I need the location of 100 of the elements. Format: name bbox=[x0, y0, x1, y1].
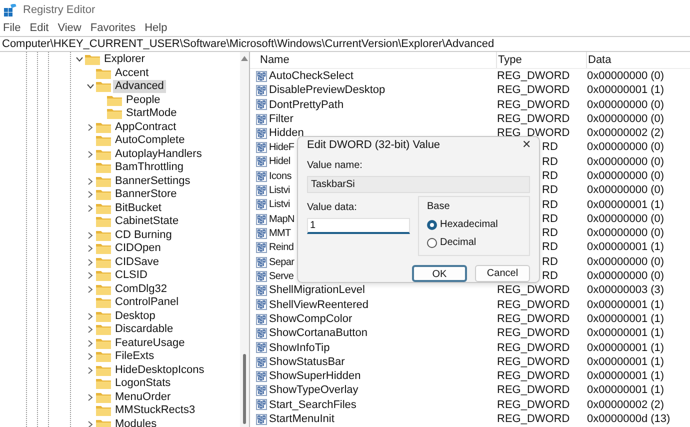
scrollbar[interactable] bbox=[240, 52, 249, 427]
radio-option[interactable]: Hexadecimal bbox=[427, 217, 521, 232]
tree-item[interactable]: Accent bbox=[113, 66, 151, 80]
tree-item[interactable]: LogonStats bbox=[113, 377, 173, 390]
value-data: 0x00000000 (0) bbox=[587, 212, 664, 227]
chevron-right-icon[interactable] bbox=[88, 312, 93, 320]
tree-item[interactable]: CLSID bbox=[113, 269, 150, 282]
tree-item[interactable]: CabinetState bbox=[113, 215, 181, 228]
value-name[interactable]: Icons bbox=[269, 168, 292, 184]
tree-item[interactable]: BannerSettings bbox=[113, 174, 192, 188]
value-name[interactable]: Listvi bbox=[269, 197, 290, 212]
tree-item[interactable]: BamThrottling bbox=[113, 161, 186, 174]
chevron-right-icon[interactable] bbox=[88, 286, 93, 293]
chevron-right-icon[interactable] bbox=[88, 232, 93, 239]
chevron-right-icon[interactable] bbox=[88, 150, 93, 158]
dialog-button[interactable]: OK bbox=[412, 265, 467, 282]
value-name[interactable]: ShellMigrationLevel bbox=[269, 282, 365, 299]
folder-icon bbox=[96, 270, 111, 282]
value-name[interactable]: ShowCompColor bbox=[269, 310, 352, 328]
chevron-down-icon[interactable] bbox=[76, 57, 83, 62]
menu-item[interactable]: Favorites bbox=[90, 20, 136, 36]
chevron-right-icon[interactable] bbox=[88, 272, 93, 280]
value-name[interactable]: ShowTypeOverlay bbox=[269, 382, 358, 399]
value-name[interactable]: HideF bbox=[269, 140, 294, 156]
chevron-right-icon[interactable] bbox=[88, 124, 93, 131]
menu-item[interactable]: File bbox=[3, 20, 21, 36]
tree-item[interactable]: MMStuckRects3 bbox=[113, 404, 198, 418]
value-data-field[interactable]: 1 bbox=[307, 218, 410, 234]
chevron-right-icon[interactable] bbox=[88, 353, 93, 360]
tree-item[interactable]: CIDOpen bbox=[113, 242, 163, 256]
value-data: 0x0000000d (13) bbox=[587, 412, 670, 427]
value-type: REG_DWORD bbox=[497, 83, 571, 98]
menu-item[interactable]: Help bbox=[144, 20, 168, 36]
value-name[interactable]: ShowStatusBar bbox=[269, 354, 345, 370]
value-name[interactable]: ShellViewReentered bbox=[269, 296, 368, 314]
close-button[interactable]: ✕ bbox=[522, 140, 531, 151]
value-name[interactable]: DontPrettyPath bbox=[269, 96, 344, 113]
value-name[interactable]: MapN bbox=[269, 212, 294, 227]
tree-item[interactable]: CIDSave bbox=[113, 256, 162, 269]
chevron-right-icon[interactable] bbox=[88, 191, 93, 198]
value-name[interactable]: Start_SearchFiles bbox=[269, 396, 356, 414]
chevron-right-icon[interactable] bbox=[88, 340, 93, 347]
value-name[interactable]: DisablePreviewDesktop bbox=[269, 82, 386, 99]
value-name[interactable]: StartMenuInit bbox=[269, 411, 334, 427]
chevron-right-icon[interactable] bbox=[88, 258, 93, 266]
value-name[interactable]: ShowCortanaButton bbox=[269, 325, 368, 342]
column-header[interactable]: Data bbox=[587, 52, 612, 68]
value-name[interactable]: MMT bbox=[269, 226, 291, 241]
tree-item[interactable]: FileExts bbox=[113, 350, 156, 364]
value-name[interactable]: Reind bbox=[269, 240, 294, 256]
value-name[interactable]: Serve bbox=[269, 268, 294, 284]
tree-item[interactable]: StartMode bbox=[124, 107, 179, 120]
radio-icon[interactable] bbox=[427, 220, 437, 230]
tree-item[interactable]: Discardable bbox=[113, 323, 176, 336]
dialog-button[interactable]: Cancel bbox=[475, 265, 530, 282]
tree-item[interactable]: Desktop bbox=[113, 310, 158, 323]
chevron-right-icon[interactable] bbox=[88, 366, 93, 374]
value-name[interactable]: Hidel bbox=[269, 154, 290, 170]
value-name[interactable]: Filter bbox=[269, 110, 294, 128]
chevron-right-icon[interactable] bbox=[88, 204, 93, 212]
tree-item[interactable]: ComDlg32 bbox=[113, 282, 169, 296]
chevron-right-icon[interactable] bbox=[88, 394, 93, 401]
menu-item[interactable]: Edit bbox=[30, 20, 49, 36]
tree-item[interactable]: Explorer bbox=[102, 53, 147, 66]
radio-icon[interactable] bbox=[427, 238, 437, 248]
scroll-up-icon[interactable] bbox=[241, 56, 248, 61]
chevron-right-icon[interactable] bbox=[88, 326, 93, 334]
column-header[interactable]: Type bbox=[497, 52, 587, 68]
tree-item[interactable]: FeatureUsage bbox=[113, 336, 187, 350]
value-name-field[interactable]: TaskbarSi bbox=[307, 176, 530, 193]
chevron-down-icon[interactable] bbox=[87, 84, 94, 90]
tree-item[interactable]: Modules bbox=[113, 418, 159, 427]
tree-item[interactable]: People bbox=[124, 94, 162, 107]
value-name[interactable]: Listvi bbox=[269, 183, 290, 198]
tree-item[interactable]: HideDesktopIcons bbox=[113, 364, 206, 377]
folder-icon bbox=[96, 392, 111, 403]
value-name[interactable]: ShowSuperHidden bbox=[269, 368, 361, 385]
tree-item[interactable]: BannerStore bbox=[113, 188, 179, 202]
tree-item[interactable]: MenuOrder bbox=[113, 390, 173, 404]
chevron-right-icon[interactable] bbox=[88, 178, 93, 185]
binary-value-icon bbox=[256, 256, 267, 268]
value-name[interactable]: ShowInfoTip bbox=[269, 340, 330, 356]
binary-value-icon bbox=[256, 370, 267, 382]
tree-item[interactable]: Advanced bbox=[113, 80, 166, 94]
tree-item[interactable]: AutoComplete bbox=[113, 134, 187, 148]
value-name[interactable]: AutoCheckSelect bbox=[269, 68, 354, 84]
tree-item[interactable]: BitBucket bbox=[113, 202, 164, 215]
chevron-right-icon[interactable] bbox=[88, 420, 93, 427]
tree-item[interactable]: AutoplayHandlers bbox=[113, 148, 204, 161]
scroll-thumb[interactable] bbox=[243, 354, 246, 424]
chevron-right-icon[interactable] bbox=[88, 245, 93, 252]
tree-item[interactable]: ControlPanel bbox=[113, 296, 181, 310]
tree-item[interactable]: CD Burning bbox=[113, 228, 174, 242]
tree-item[interactable]: AppContract bbox=[113, 120, 178, 134]
menu-item[interactable]: View bbox=[58, 20, 82, 36]
column-header[interactable]: Name bbox=[250, 52, 497, 68]
radio-option[interactable]: Decimal bbox=[427, 235, 521, 250]
address-bar[interactable]: Computer\HKEY_CURRENT_USER\Software\Microsoft\Windows\CurrentVersion\Explorer\Advanced bbox=[0, 36, 690, 52]
value-name[interactable]: Hidden bbox=[269, 125, 304, 142]
value-name[interactable]: Separ bbox=[269, 254, 294, 270]
